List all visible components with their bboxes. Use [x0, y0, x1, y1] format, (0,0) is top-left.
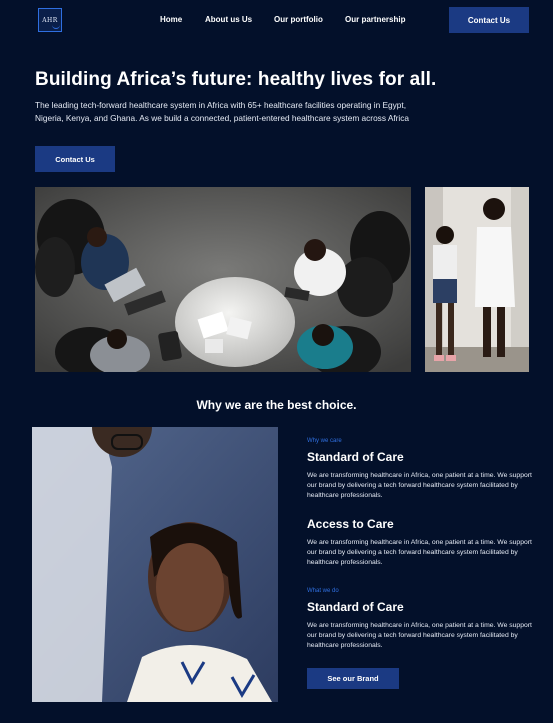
feature-body: We are transforming healthcare in Africa… [307, 539, 532, 566]
see-our-brand-button[interactable]: See our Brand [307, 668, 399, 689]
doctor-child-illustration [425, 187, 529, 372]
team-meeting-illustration [35, 187, 411, 372]
feature-standard-of-care: Why we care Standard of Care We are tran… [307, 438, 532, 501]
feature-title: Access to Care [307, 517, 394, 531]
feature-access-to-care: Access to Care We are transforming healt… [307, 517, 532, 568]
patient-portrait-photo [32, 427, 278, 702]
doctor-child-photo [425, 187, 529, 372]
feature-body: We are transforming healthcare in Africa… [307, 622, 532, 649]
feature-standard-of-care-2: What we do Standard of Care We are trans… [307, 588, 532, 651]
nav-item-about[interactable]: About us Us [205, 15, 252, 24]
brand-logo-text: AHR [42, 16, 58, 24]
nav-item-partnership[interactable]: Our partnership [345, 15, 405, 24]
patient-portrait-illustration [32, 427, 278, 702]
hero-description: The leading tech-forward healthcare syst… [35, 100, 410, 123]
feature-title: Standard of Care [307, 450, 404, 464]
team-meeting-photo [35, 187, 411, 372]
nav-contact-button[interactable]: Contact Us [449, 7, 529, 33]
logo-swoosh-icon [52, 25, 60, 29]
feature-eyebrow: Why we care [307, 438, 342, 444]
feature-title: Standard of Care [307, 600, 404, 614]
hero-contact-button[interactable]: Contact Us [35, 146, 115, 172]
feature-body: We are transforming healthcare in Africa… [307, 472, 532, 499]
top-nav: AHR Home About us Us Our portfolio Our p… [0, 0, 553, 40]
hero-title: Building Africa’s future: healthy lives … [35, 69, 437, 90]
nav-item-home[interactable]: Home [160, 15, 182, 24]
brand-logo[interactable]: AHR [38, 8, 62, 32]
why-section-title: Why we are the best choice. [196, 398, 357, 412]
nav-item-portfolio[interactable]: Our portfolio [274, 15, 323, 24]
feature-eyebrow: What we do [307, 588, 339, 594]
